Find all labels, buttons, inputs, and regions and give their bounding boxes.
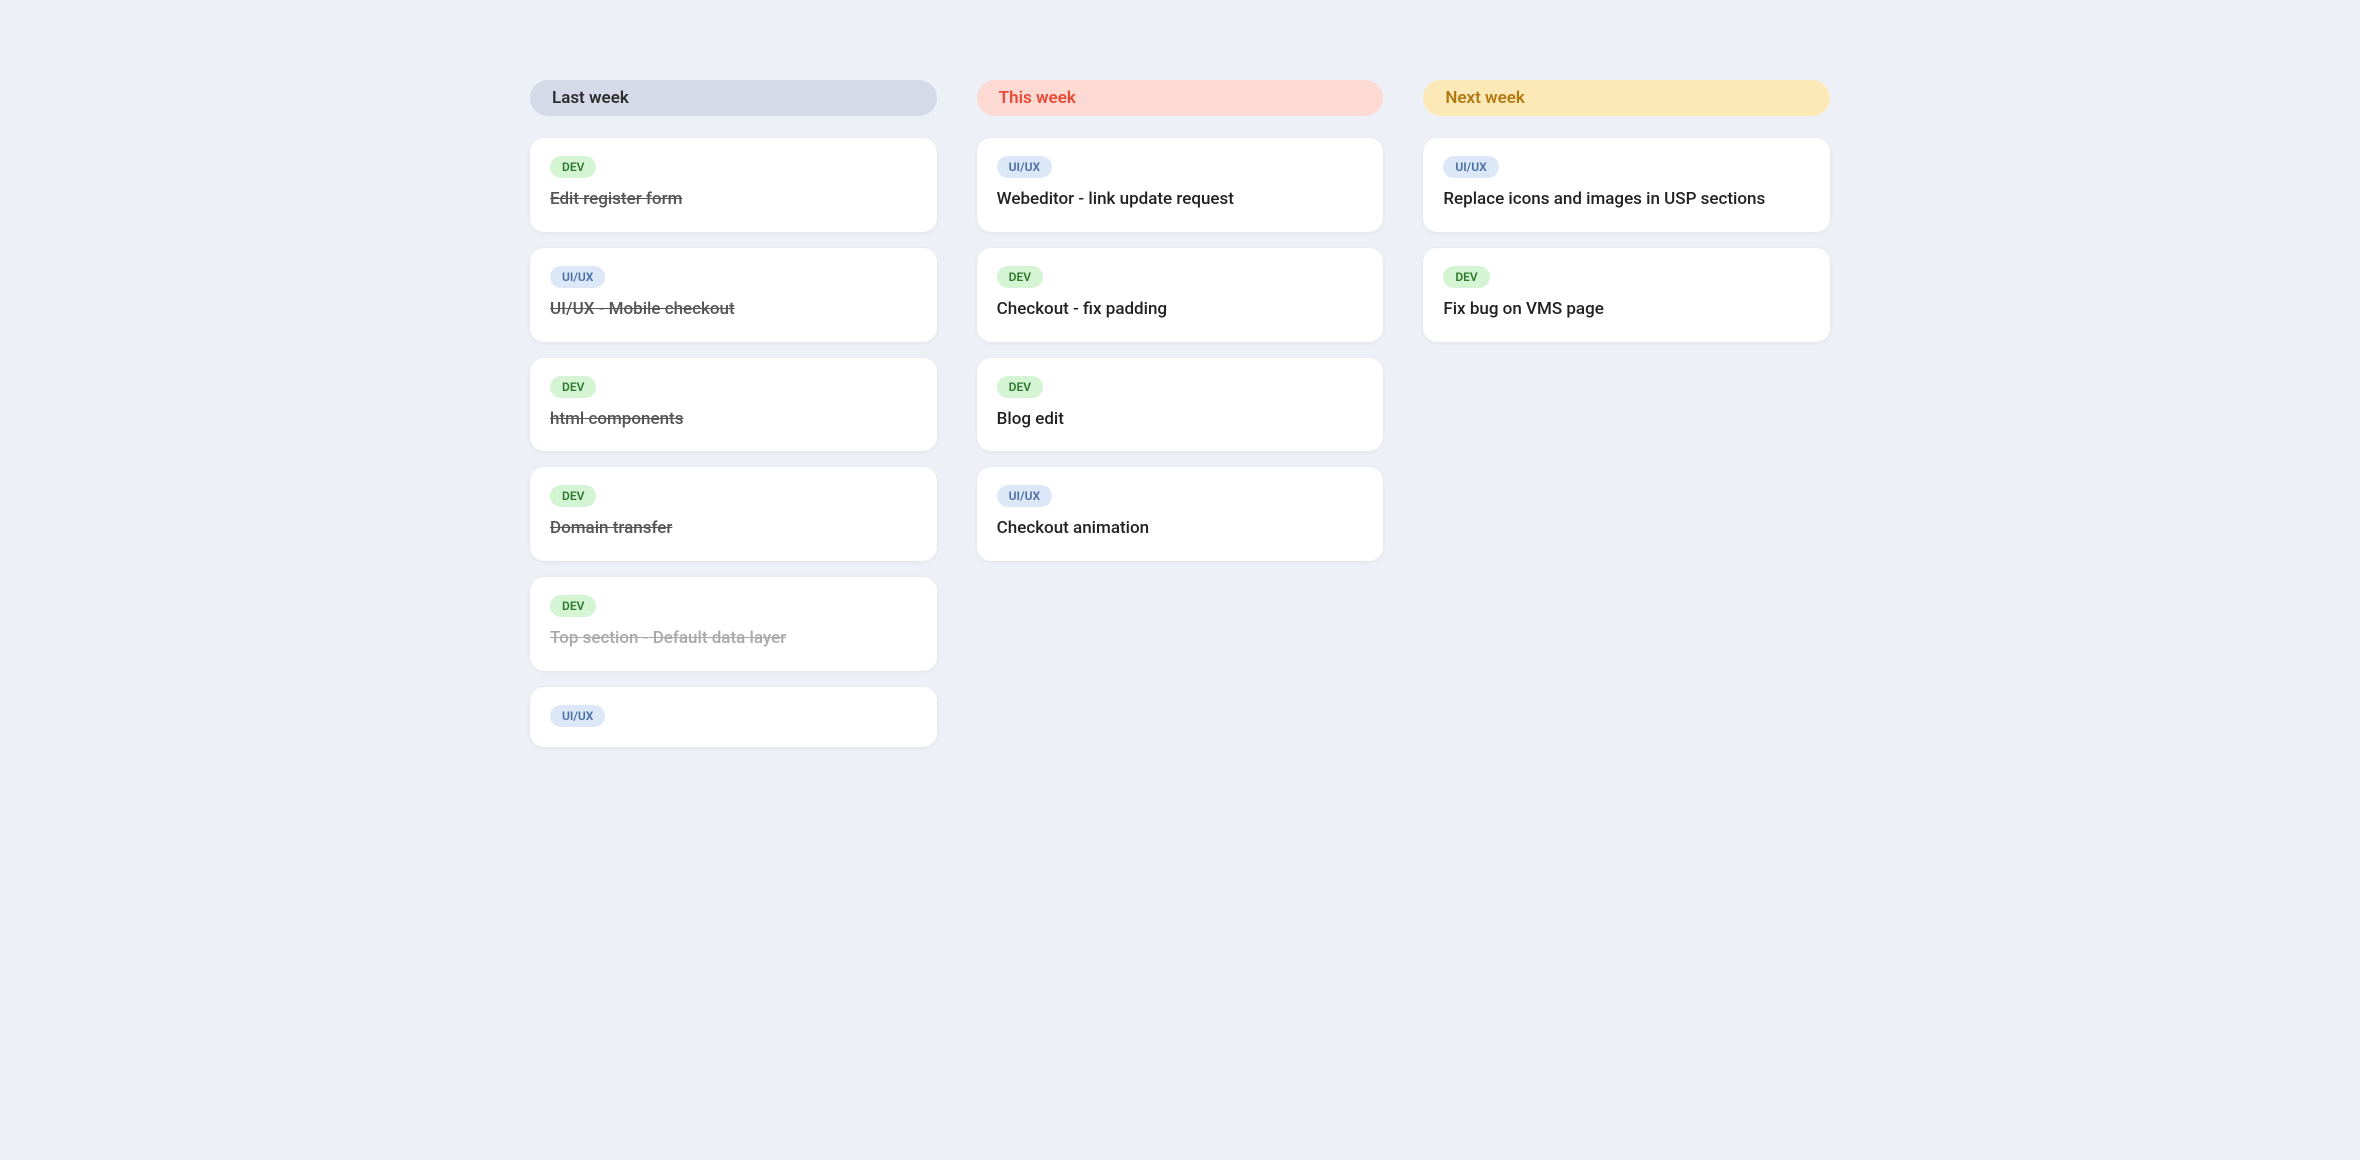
card[interactable]: UI/UX	[530, 687, 937, 747]
tag-dev: DEV	[550, 156, 596, 178]
tag-dev: DEV	[550, 595, 596, 617]
tag-uiux: UI/UX	[550, 266, 605, 288]
card[interactable]: UI/UX UI/UX - Mobile checkout	[530, 248, 937, 342]
card-title: Webeditor - link update request	[997, 188, 1364, 212]
card-title: Edit register form	[550, 188, 917, 212]
card[interactable]: UI/UX Checkout animation	[977, 467, 1384, 561]
column-last-week: Last weekDEVEdit register formUI/UXUI/UX…	[530, 80, 937, 747]
card[interactable]: UI/UX Replace icons and images in USP sec…	[1423, 138, 1830, 232]
column-header-next-week: Next week	[1423, 80, 1830, 116]
tag-dev: DEV	[550, 376, 596, 398]
tag-uiux: UI/UX	[997, 485, 1052, 507]
tag-dev: DEV	[997, 266, 1043, 288]
tag-uiux: UI/UX	[1443, 156, 1498, 178]
card-title: Domain transfer	[550, 517, 917, 541]
column-this-week: This week UI/UX Webeditor - link update re…	[977, 80, 1384, 561]
tag-dev: DEV	[550, 485, 596, 507]
card-title: Replace icons and images in USP sections	[1443, 188, 1810, 212]
card-title: Checkout - fix padding	[997, 298, 1364, 322]
column-next-week: Next week UI/UX Replace icons and images i…	[1423, 80, 1830, 342]
card[interactable]: DEV html components	[530, 358, 937, 452]
column-header-last-week: Last week	[530, 80, 937, 116]
column-header-this-week: This week	[977, 80, 1384, 116]
card[interactable]: DEV Top section - Default data layer	[530, 577, 937, 671]
kanban-board: Last weekDEVEdit register formUI/UXUI/UX…	[530, 80, 1830, 747]
card-title: UI/UX - Mobile checkout	[550, 298, 917, 322]
card-title: Blog edit	[997, 408, 1364, 432]
card-title: Fix bug on VMS page	[1443, 298, 1810, 322]
card[interactable]: DEV Checkout - fix padding	[977, 248, 1384, 342]
tag-uiux: UI/UX	[997, 156, 1052, 178]
card[interactable]: DEV Blog edit	[977, 358, 1384, 452]
card[interactable]: DEV Edit register form	[530, 138, 937, 232]
tag-dev: DEV	[1443, 266, 1489, 288]
card[interactable]: DEV Domain transfer	[530, 467, 937, 561]
tag-uiux: UI/UX	[550, 705, 605, 727]
card[interactable]: UI/UX Webeditor - link update request	[977, 138, 1384, 232]
card-title: Checkout animation	[997, 517, 1364, 541]
card-title: html components	[550, 408, 917, 432]
tag-dev: DEV	[997, 376, 1043, 398]
card-title: Top section - Default data layer	[550, 627, 917, 651]
card[interactable]: DEV Fix bug on VMS page	[1423, 248, 1830, 342]
